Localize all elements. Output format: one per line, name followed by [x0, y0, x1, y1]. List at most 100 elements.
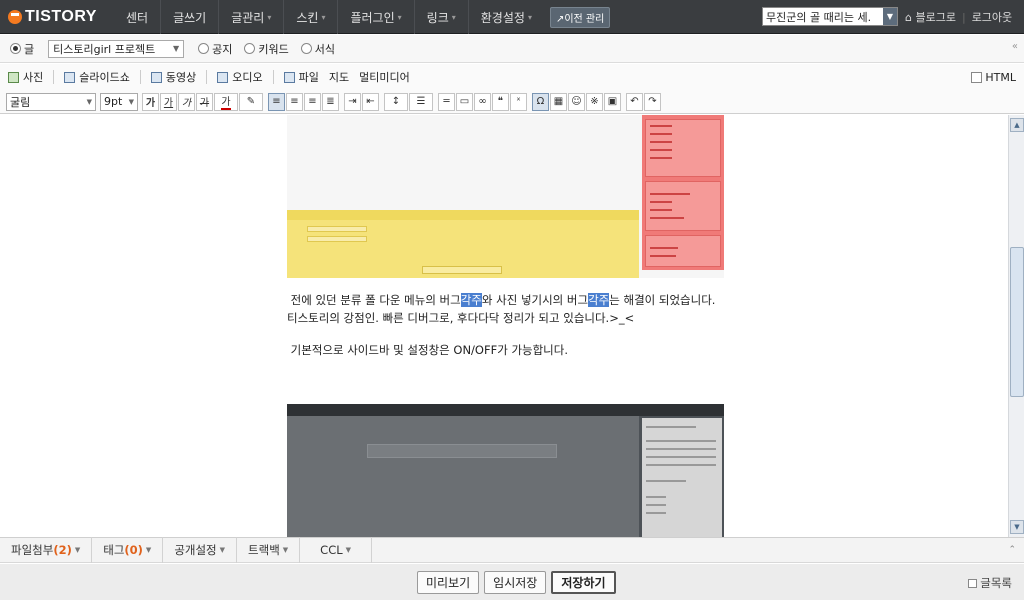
highlighted-footnote: 각주 — [588, 293, 610, 307]
tab-trackback[interactable]: 트랙백 ▼ — [237, 537, 301, 563]
embedded-screenshot-1[interactable] — [287, 115, 724, 278]
preview-button[interactable]: 미리보기 — [417, 571, 480, 594]
nav-link[interactable]: 링크 ▾ — [413, 0, 468, 34]
embedded-screenshot-2[interactable] — [287, 404, 724, 537]
insert-map-button[interactable]: 지도 — [329, 69, 349, 85]
nav-center[interactable]: 센터 — [114, 0, 160, 34]
asterisk-icon: ※ — [590, 96, 599, 107]
align-left-button[interactable]: ≡ — [268, 92, 285, 111]
scroll-up-icon[interactable]: ▲ — [1010, 118, 1024, 132]
radio-icon[interactable] — [198, 43, 210, 54]
radio-template-label: 서식 — [314, 42, 335, 56]
post-type-row: 글 티스토리girl 프로젝트 ▼ 공지 키워드 서식 « — [0, 35, 1024, 63]
align-justify-button[interactable]: ≣ — [322, 92, 339, 111]
background-color-button[interactable]: ✎ — [239, 92, 263, 111]
insert-label: 슬라이드쇼 — [79, 71, 130, 84]
nav-skin[interactable]: 스킨 ▾ — [283, 0, 337, 34]
tab-label: 파일첨부 — [11, 543, 54, 557]
screenshot-topbar — [287, 404, 724, 416]
redo-icon: ↷ — [648, 96, 657, 107]
old-admin-button[interactable]: ↗이전 관리 — [549, 6, 611, 28]
nav-settings[interactable]: 환경설정 ▾ — [467, 0, 544, 34]
radio-icon[interactable] — [244, 43, 256, 54]
nav-post-manage[interactable]: 글관리 ▾ — [218, 0, 283, 34]
expand-icon[interactable]: ⌃ — [1008, 545, 1016, 555]
horizontal-rule-button[interactable]: ═ — [438, 92, 455, 111]
caret-down-icon: ▼ — [145, 546, 152, 554]
strikethrough-button[interactable]: 가 — [196, 92, 213, 111]
go-to-blog-link[interactable]: 블로그로 — [915, 9, 955, 25]
text-color-button[interactable]: 가 — [214, 92, 238, 111]
radio-post[interactable]: 글 — [10, 41, 34, 57]
tab-file-attach[interactable]: 파일첨부 (2) ▼ — [0, 537, 93, 563]
radio-keyword[interactable]: 키워드 — [244, 41, 289, 57]
insert-photo-button[interactable]: 사진 — [8, 69, 43, 85]
box-button[interactable]: ▭ — [456, 92, 473, 111]
tab-publish-settings[interactable]: 공개설정 ▼ — [163, 537, 238, 563]
font-size-select[interactable]: 9pt ▼ — [100, 92, 138, 111]
insert-audio-button[interactable]: 오디오 — [217, 69, 263, 85]
logout-link[interactable]: 로그아웃 — [972, 9, 1012, 25]
scroll-down-icon[interactable]: ▼ — [1010, 520, 1024, 534]
undo-button[interactable]: ↶ — [626, 92, 643, 111]
radio-post-label: 글 — [24, 42, 35, 56]
bold-button[interactable]: 가 — [142, 92, 159, 111]
nav-label: 글쓰기 — [173, 10, 207, 25]
nav-plugin[interactable]: 플러그인 ▾ — [337, 0, 413, 34]
superscript-button[interactable]: ˣ — [510, 92, 527, 111]
redo-button[interactable]: ↷ — [644, 92, 661, 111]
category-select[interactable]: 티스토리girl 프로젝트 ▼ — [48, 39, 185, 58]
divider — [272, 70, 274, 84]
checkbox-icon[interactable] — [971, 72, 983, 83]
radio-notice[interactable]: 공지 — [198, 41, 232, 57]
insert-file-button[interactable]: 파일 — [283, 69, 319, 85]
chevron-down-icon[interactable]: ▼ — [883, 8, 897, 25]
insert-label: 오디오 — [232, 71, 263, 84]
radio-selected-icon[interactable] — [10, 43, 21, 54]
indent-button[interactable]: ⇥ — [344, 92, 361, 111]
special-char-button[interactable]: ※ — [586, 92, 603, 111]
table-button[interactable]: ▦ — [550, 92, 567, 111]
nav-write[interactable]: 글쓰기 — [160, 0, 218, 34]
nav-label: 링크 — [426, 10, 449, 25]
align-center-button[interactable]: ≡ — [286, 92, 303, 111]
emoticon-button[interactable]: ☺ — [568, 92, 585, 111]
chevron-down-icon: ▼ — [86, 97, 92, 106]
italic-button[interactable]: 가 — [178, 92, 195, 111]
scroll-thumb[interactable] — [1010, 247, 1024, 397]
publish-button[interactable]: 저장하기 — [551, 571, 616, 594]
horizontal-rule-icon: ═ — [443, 96, 450, 107]
blog-select[interactable]: 무진군의 골 때리는 세. ▼ — [762, 7, 898, 26]
photo-icon — [8, 71, 19, 83]
editor-area[interactable]: 전에 있던 분류 폴 다운 메뉴의 버그각주와 사진 넣기시의 버그각주는 해결… — [0, 115, 1024, 537]
tab-tags[interactable]: 태그 (0) ▼ — [92, 537, 164, 563]
insert-multimedia-button[interactable]: 멀티미디어 — [359, 69, 410, 85]
font-family-select[interactable]: 굴림 ▼ — [6, 92, 96, 111]
link-button[interactable]: ∞ — [474, 92, 491, 111]
line-height-button[interactable]: ↕ — [384, 92, 408, 111]
insert-character-button[interactable]: Ω — [532, 92, 549, 111]
insert-slideshow-button[interactable]: 슬라이드쇼 — [64, 69, 130, 85]
box-icon: ▭ — [459, 96, 470, 107]
save-draft-button[interactable]: 임시저장 — [484, 571, 547, 594]
underline-button[interactable]: 가 — [160, 92, 177, 111]
outdent-button[interactable]: ⇤ — [362, 92, 379, 111]
tab-ccl[interactable]: CCL ▼ — [300, 537, 373, 563]
post-list-link[interactable]: 글목록 — [968, 575, 1012, 591]
tistory-logo[interactable]: TISTORY — [8, 7, 97, 27]
undo-icon: ↶ — [630, 96, 639, 107]
save-draft-icon-button[interactable]: ▣ — [604, 92, 621, 111]
quote-button[interactable]: ❝ — [492, 92, 509, 111]
insert-video-button[interactable]: 동영상 — [150, 69, 196, 85]
editor-scrollbar[interactable]: ▲ ▼ — [1008, 115, 1024, 537]
align-right-button[interactable]: ≡ — [304, 92, 321, 111]
paragraph-bug-fix: 전에 있던 분류 폴 다운 메뉴의 버그각주와 사진 넣기시의 버그각주는 해결… — [287, 291, 727, 327]
radio-template[interactable]: 서식 — [300, 41, 335, 57]
collapse-panel-icon[interactable]: « — [1012, 41, 1018, 52]
list-button[interactable]: ☰ — [409, 92, 433, 111]
html-mode-checkbox[interactable]: HTML — [971, 71, 1016, 84]
chevron-down-icon: ▼ — [128, 97, 134, 106]
text-run: 와 사진 넣기시의 버그 — [481, 293, 589, 307]
highlighter-icon: ✎ — [246, 96, 256, 107]
radio-icon[interactable] — [300, 43, 312, 54]
